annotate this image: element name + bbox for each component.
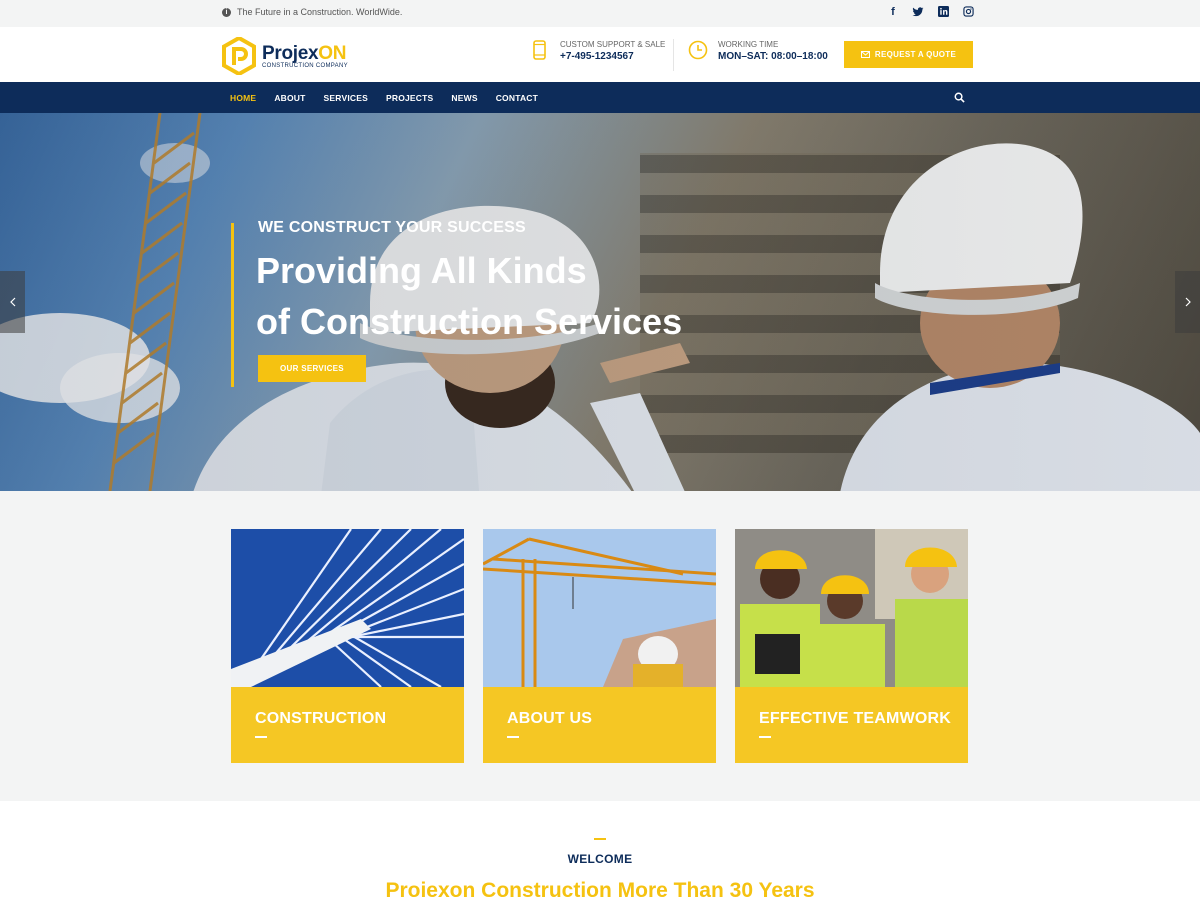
hours-label: WORKING TIME xyxy=(718,40,779,49)
top-bar: i The Future in a Construction. WorldWid… xyxy=(0,0,1200,27)
logo-name: ProjexON xyxy=(262,43,347,64)
chevron-left-icon xyxy=(9,297,15,307)
request-quote-label: REQUEST A QUOTE xyxy=(874,50,957,59)
card-dash xyxy=(507,736,519,738)
nav-item-contact[interactable]: CONTACT xyxy=(496,93,538,103)
header-divider xyxy=(673,39,674,71)
slider-next-button[interactable] xyxy=(1175,271,1200,333)
tagline: i The Future in a Construction. WorldWid… xyxy=(222,7,402,17)
nav-item-services[interactable]: SERVICES xyxy=(324,93,368,103)
feature-cards: CONSTRUCTION ABOUT US EFFECTIVE TEAMWORK xyxy=(231,529,968,763)
twitter-icon[interactable] xyxy=(912,6,924,18)
hero-slider: WE CONSTRUCT YOUR SUCCESS Providing All … xyxy=(0,113,1200,491)
slider-prev-button[interactable] xyxy=(0,271,25,333)
nav-item-about[interactable]: ABOUT xyxy=(274,93,305,103)
our-services-button[interactable]: OUR SERVICES xyxy=(258,355,366,382)
main-nav: HOME ABOUT SERVICES PROJECTS NEWS CONTAC… xyxy=(0,82,1200,113)
support-phone[interactable]: +7-495-1234567 xyxy=(560,51,665,62)
crane-worker-image xyxy=(483,529,716,687)
hero-title: Providing All Kinds of Construction Serv… xyxy=(256,245,682,347)
info-icon: i xyxy=(222,7,231,17)
team-workers-image xyxy=(735,529,968,687)
social-links: f xyxy=(887,6,974,18)
tagline-text: The Future in a Construction. WorldWide. xyxy=(237,7,403,17)
welcome-heading: Proiexon Construction More Than 30 Years xyxy=(385,879,815,900)
hero-subtitle: WE CONSTRUCT YOUR SUCCESS xyxy=(258,219,526,236)
logo-subtitle: CONSTRUCTION COMPANY xyxy=(262,63,348,69)
logo[interactable]: ProjexON CONSTRUCTION COMPANY xyxy=(222,37,348,75)
hero-title-line-1: Providing All Kinds xyxy=(256,250,587,291)
working-time: WORKING TIME MON–SAT: 08:00–18:00 xyxy=(688,40,828,62)
logo-hexagon-icon xyxy=(222,37,256,75)
linkedin-icon[interactable] xyxy=(937,6,949,18)
nav-item-home[interactable]: HOME xyxy=(230,93,256,103)
bridge-cables-image xyxy=(231,529,464,687)
card-effective-teamwork[interactable]: EFFECTIVE TEAMWORK xyxy=(735,529,968,763)
support-info: CUSTOM SUPPORT & SALE +7-495-1234567 xyxy=(530,40,665,62)
search-icon[interactable] xyxy=(954,92,965,103)
card-title: EFFECTIVE TEAMWORK xyxy=(759,710,952,727)
card-title: CONSTRUCTION xyxy=(255,710,387,727)
facebook-icon[interactable]: f xyxy=(887,6,899,18)
card-about-us[interactable]: ABOUT US xyxy=(483,529,716,763)
hero-accent-bar xyxy=(231,223,234,387)
chevron-right-icon xyxy=(1185,297,1191,307)
support-label: CUSTOM SUPPORT & SALE xyxy=(560,40,666,49)
request-quote-button[interactable]: REQUEST A QUOTE xyxy=(844,41,973,68)
nav-item-news[interactable]: NEWS xyxy=(451,93,477,103)
instagram-icon[interactable] xyxy=(962,6,974,18)
hours-value: MON–SAT: 08:00–18:00 xyxy=(718,51,828,62)
nav-item-projects[interactable]: PROJECTS xyxy=(386,93,433,103)
welcome-dash xyxy=(594,838,606,840)
card-dash xyxy=(759,736,771,738)
card-title: ABOUT US xyxy=(507,710,593,727)
welcome-label: WELCOME xyxy=(567,852,633,866)
envelope-icon xyxy=(860,51,870,58)
phone-icon xyxy=(533,40,546,60)
card-construction[interactable]: CONSTRUCTION xyxy=(231,529,464,763)
site-header: ProjexON CONSTRUCTION COMPANY CUSTOM SUP… xyxy=(0,27,1200,82)
clock-icon xyxy=(688,40,708,60)
card-dash xyxy=(255,736,267,738)
hero-title-line-2: of Construction Services xyxy=(256,301,683,342)
welcome-section: WELCOME Proiexon Construction More Than … xyxy=(0,801,1200,900)
